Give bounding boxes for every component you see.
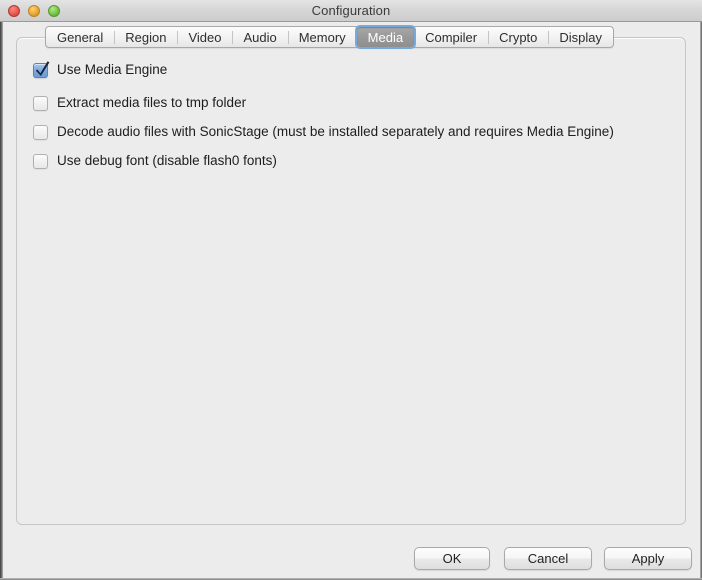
checkbox-use-debug-font[interactable] <box>33 154 48 169</box>
apply-button[interactable]: Apply <box>604 547 692 570</box>
window-title: Configuration <box>311 3 391 18</box>
checkbox-row-use-debug-font[interactable]: Use debug font (disable flash0 fonts) <box>33 153 277 169</box>
checkbox-row-extract-media-files[interactable]: Extract media files to tmp folder <box>33 95 246 111</box>
ok-button[interactable]: OK <box>414 547 490 570</box>
tab-general[interactable]: General <box>46 27 114 47</box>
tab-video[interactable]: Video <box>177 27 232 47</box>
cancel-button[interactable]: Cancel <box>504 547 592 570</box>
tab-compiler[interactable]: Compiler <box>414 27 488 47</box>
tab-audio[interactable]: Audio <box>232 27 287 47</box>
checkbox-label: Decode audio files with SonicStage (must… <box>57 124 614 139</box>
checkbox-label: Use Media Engine <box>57 62 168 77</box>
checkbox-extract-media-files[interactable] <box>33 96 48 111</box>
checkmark-icon <box>35 61 50 76</box>
tab-media[interactable]: Media <box>356 27 415 47</box>
window-edge-left <box>0 22 3 580</box>
configuration-window: Configuration Use Media Engine Extract m… <box>0 0 702 580</box>
checkbox-label: Use debug font (disable flash0 fonts) <box>57 153 277 168</box>
title-bar: Configuration <box>0 0 702 22</box>
checkbox-decode-sonicstage[interactable] <box>33 125 48 140</box>
tab-content-panel: Use Media Engine Extract media files to … <box>16 37 686 525</box>
tab-memory[interactable]: Memory <box>287 27 357 47</box>
tab-crypto[interactable]: Crypto <box>488 27 548 47</box>
tab-bar: General Region Video Audio Memory Media … <box>45 26 615 48</box>
checkbox-row-decode-sonicstage[interactable]: Decode audio files with SonicStage (must… <box>33 124 614 140</box>
checkbox-use-media-engine[interactable] <box>33 61 50 78</box>
tab-region[interactable]: Region <box>114 27 177 47</box>
checkbox-label: Extract media files to tmp folder <box>57 95 247 110</box>
checkbox-row-use-media-engine[interactable]: Use Media Engine <box>33 61 168 78</box>
tab-display[interactable]: Display <box>548 27 613 47</box>
